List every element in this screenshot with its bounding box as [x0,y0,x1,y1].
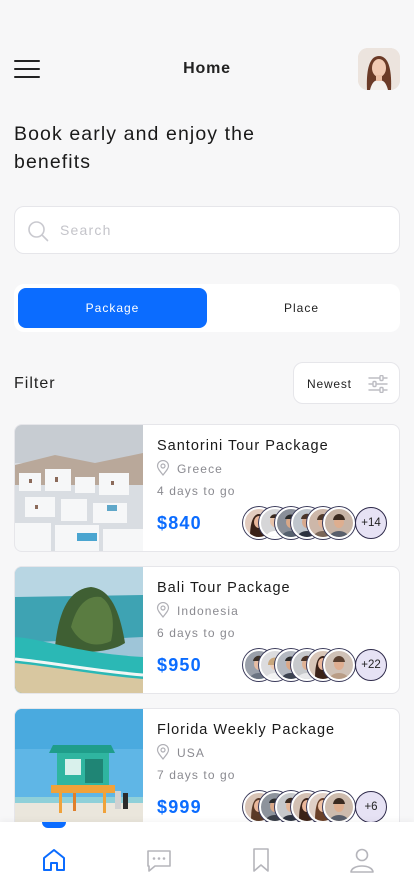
bottom-tab-bar [0,822,414,896]
location-pin-icon [156,460,170,476]
page-title: Home [183,60,231,77]
active-tab-indicator [42,822,66,828]
florida-photo [15,709,143,835]
more-travelers-count: +22 [355,649,387,681]
package-location: Greece [177,462,223,476]
avatar [323,791,355,823]
sliders-icon [368,375,388,393]
package-days-left: 7 days to go [157,768,236,782]
avatar [323,649,355,681]
tab-place[interactable]: Place [207,288,396,328]
search-box[interactable] [14,206,400,254]
package-location: Indonesia [177,604,239,618]
package-price: $999 [157,797,202,817]
package-price: $950 [157,655,202,675]
tab-package[interactable]: Package [18,288,207,328]
package-price: $840 [157,513,202,533]
location-pin-icon [156,602,170,618]
bali-photo [15,567,143,693]
package-title: Bali Tour Package [157,580,291,596]
profile-avatar[interactable] [358,48,400,90]
sort-label: Newest [307,377,352,391]
more-travelers-count: +14 [355,507,387,539]
filter-label: Filter [14,375,56,392]
search-input[interactable] [60,207,380,253]
package-title: Santorini Tour Package [157,438,329,454]
sort-dropdown[interactable]: Newest [293,362,400,404]
headline: Book early and enjoy the benefits [14,123,256,173]
category-segment: Package Place [14,284,400,332]
package-card[interactable]: Bali Tour Package Indonesia 6 days to go… [14,566,400,694]
package-card[interactable]: Florida Weekly Package USA 7 days to go … [14,708,400,836]
search-icon [28,221,49,242]
traveler-avatars: +14 [243,507,387,539]
profile-icon[interactable] [348,846,376,874]
location-pin-icon [156,744,170,760]
package-location: USA [177,746,205,760]
package-days-left: 4 days to go [157,484,236,498]
more-travelers-count: +6 [355,791,387,823]
santorini-photo [15,425,143,551]
package-title: Florida Weekly Package [157,722,336,738]
chat-icon[interactable] [145,846,173,874]
app-header: Home [0,44,414,94]
package-card[interactable]: Santorini Tour Package Greece 4 days to … [14,424,400,552]
home-icon[interactable] [40,846,68,874]
package-days-left: 6 days to go [157,626,236,640]
avatar [323,507,355,539]
traveler-avatars: +6 [243,791,387,823]
traveler-avatars: +22 [243,649,387,681]
bookmark-icon[interactable] [247,846,275,874]
